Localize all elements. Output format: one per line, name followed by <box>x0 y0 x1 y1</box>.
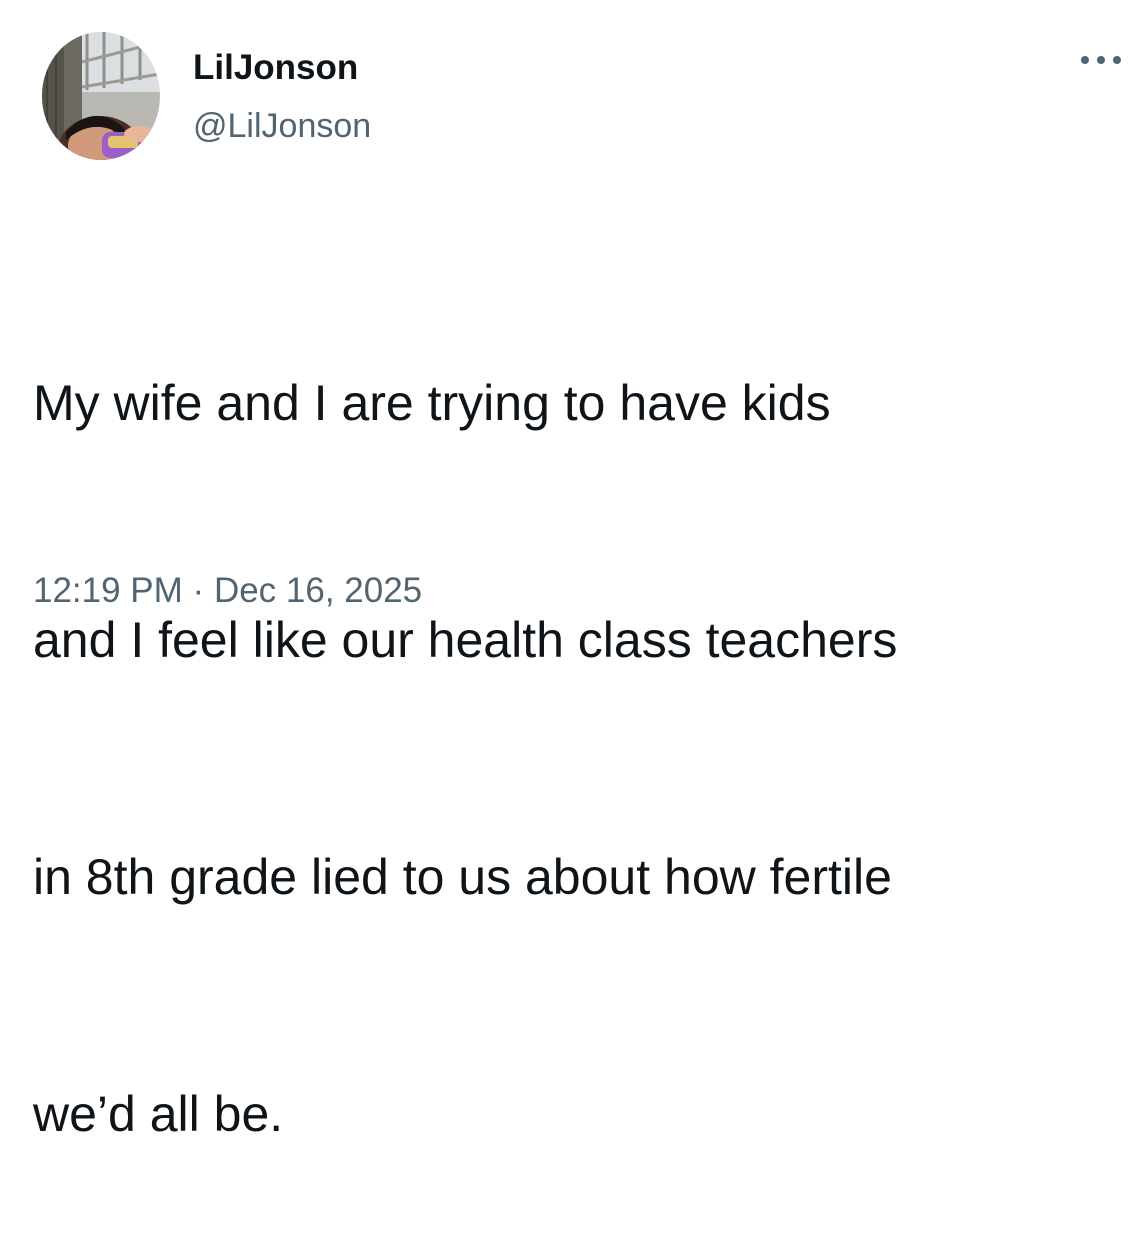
author-handle[interactable]: @LilJonson <box>193 106 371 146</box>
author-display-name[interactable]: LilJonson <box>193 48 358 88</box>
tweet-text-line: we’d all be. <box>33 1086 284 1142</box>
author-avatar[interactable] <box>42 32 160 160</box>
tweet-timestamp: 12:19 PM · Dec 16, 2025 <box>33 569 422 613</box>
tweet-text-line: My wife and I are trying to have kids <box>33 375 831 431</box>
tweet-text-line: in 8th grade lied to us about how fertil… <box>33 849 892 905</box>
tweet-date[interactable]: Dec 16, 2025 <box>214 571 422 610</box>
more-options-icon[interactable] <box>1076 50 1128 70</box>
timestamp-separator: · <box>192 571 205 610</box>
avatar-photo <box>42 32 160 160</box>
tweet-time[interactable]: 12:19 PM <box>33 571 183 610</box>
tweet-text: My wife and I are trying to have kids an… <box>33 206 1128 1233</box>
